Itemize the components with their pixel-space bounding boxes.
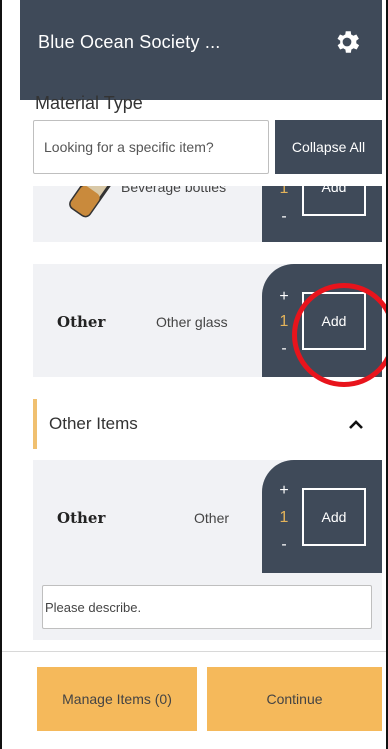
item-card-other: Other Other + 1 - Add (33, 460, 382, 573)
quantity-stepper: 1 - Add (262, 186, 382, 242)
increment-button[interactable]: + (276, 482, 292, 500)
app-frame: Blue Ocean Society ... Material Type Col… (0, 0, 388, 749)
describe-input[interactable] (42, 585, 372, 629)
quantity-value: 1 (279, 509, 289, 526)
decrement-button[interactable]: - (276, 340, 292, 358)
item-name: Beverage bottles (121, 186, 227, 195)
group-title: Other Items (49, 414, 138, 433)
chevron-up-icon[interactable] (344, 412, 368, 436)
footer-divider (2, 651, 386, 652)
material-type-heading: Material Type (35, 93, 143, 113)
decrement-button[interactable]: - (276, 536, 292, 554)
add-button[interactable]: Add (302, 186, 366, 216)
add-button[interactable]: Add (302, 488, 366, 546)
header-title: Blue Ocean Society ... (38, 31, 221, 52)
quantity-value: 1 (279, 186, 289, 197)
decrement-button[interactable]: - (276, 208, 292, 226)
add-button[interactable]: Add (302, 292, 366, 350)
beverage-bottle-icon (69, 186, 117, 218)
item-name: Other (194, 510, 230, 526)
item-card-other-glass: Other Other glass + 1 - Add (33, 264, 382, 377)
quantity-stepper: + 1 - Add (262, 264, 382, 377)
continue-button[interactable]: Continue (207, 667, 382, 731)
quantity-stepper: + 1 - Add (262, 460, 382, 573)
quantity-value: 1 (279, 313, 289, 330)
gear-icon[interactable] (330, 25, 364, 59)
item-card-beverage-bottles: Beverage bottles 1 - Add (33, 186, 382, 242)
group-header-other-items[interactable]: Other Items (33, 399, 382, 449)
search-input[interactable] (33, 120, 269, 174)
collapse-all-button[interactable]: Collapse All (275, 120, 382, 174)
material-label: Other (57, 313, 106, 331)
app-header: Blue Ocean Society ... (20, 0, 382, 100)
material-label: Other (57, 509, 106, 527)
increment-button[interactable]: + (276, 288, 292, 306)
group-accent-bar (33, 399, 37, 449)
manage-items-button[interactable]: Manage Items (0) (37, 667, 197, 731)
item-name: Other glass (156, 314, 228, 330)
describe-container (33, 573, 382, 640)
